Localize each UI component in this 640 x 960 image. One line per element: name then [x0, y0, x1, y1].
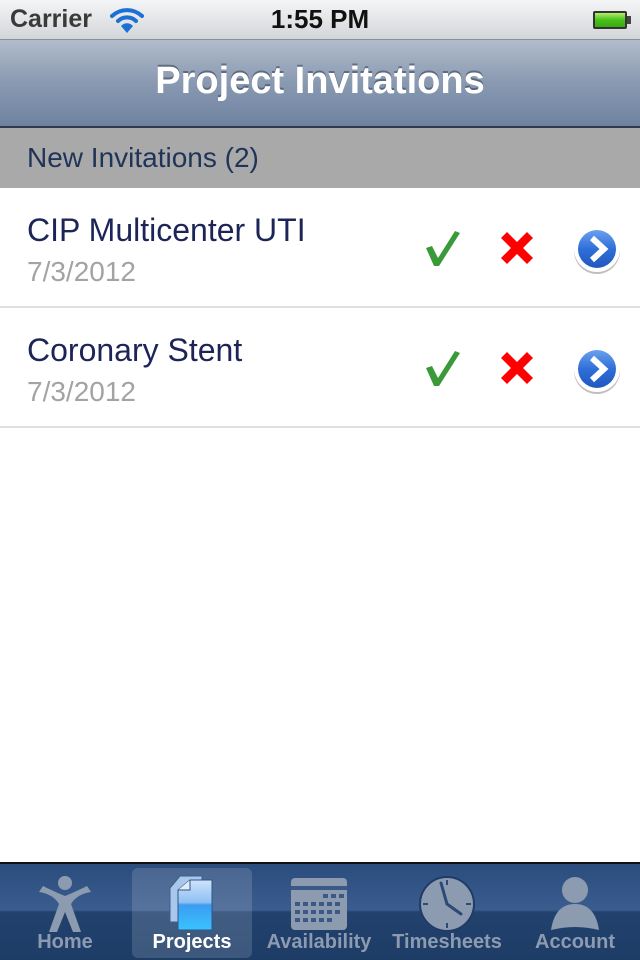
- tab-label: Timesheets: [392, 931, 502, 953]
- invitation-row[interactable]: Coronary Stent 7/3/2012: [0, 308, 640, 428]
- disclosure-arrow-icon[interactable]: [572, 344, 622, 396]
- tab-bar: Home Projects Availability Timesheets Ac…: [0, 862, 640, 960]
- page-title: Project Invitations: [155, 60, 485, 102]
- x-icon[interactable]: [497, 228, 537, 268]
- status-bar: Carrier 1:55 PM: [0, 0, 640, 40]
- invitation-row[interactable]: CIP Multicenter UTI 7/3/2012: [0, 188, 640, 308]
- invitation-title: Coronary Stent: [27, 332, 243, 368]
- invitation-date: 7/3/2012: [27, 256, 136, 287]
- calendar-icon: [291, 878, 347, 930]
- clock-icon: [419, 876, 475, 932]
- tab-home[interactable]: Home: [5, 868, 125, 958]
- user-icon: [551, 877, 599, 930]
- tab-label: Account: [535, 931, 615, 953]
- invitation-date: 7/3/2012: [27, 376, 136, 407]
- tab-projects[interactable]: Projects: [132, 868, 252, 958]
- tab-label: Projects: [152, 931, 232, 953]
- person-figure-icon: [39, 876, 91, 932]
- navigation-bar: Project Invitations: [0, 40, 640, 128]
- tab-account[interactable]: Account: [515, 868, 635, 958]
- checkmark-icon[interactable]: [422, 348, 462, 388]
- battery-full-icon: [593, 11, 631, 29]
- tab-label: Home: [37, 931, 93, 953]
- tab-label: Availability: [266, 931, 372, 953]
- tab-timesheets[interactable]: Timesheets: [387, 868, 507, 958]
- section-title: New Invitations (2): [27, 142, 259, 173]
- invitation-list: CIP Multicenter UTI 7/3/2012 Coronary St…: [0, 188, 640, 428]
- invitation-title: CIP Multicenter UTI: [27, 212, 306, 248]
- tab-availability[interactable]: Availability: [259, 868, 379, 958]
- documents-icon: [169, 875, 213, 931]
- x-icon[interactable]: [497, 348, 537, 388]
- disclosure-arrow-icon[interactable]: [572, 224, 622, 276]
- section-header: New Invitations (2): [0, 128, 640, 188]
- status-time: 1:55 PM: [270, 4, 370, 34]
- checkmark-icon[interactable]: [422, 228, 462, 268]
